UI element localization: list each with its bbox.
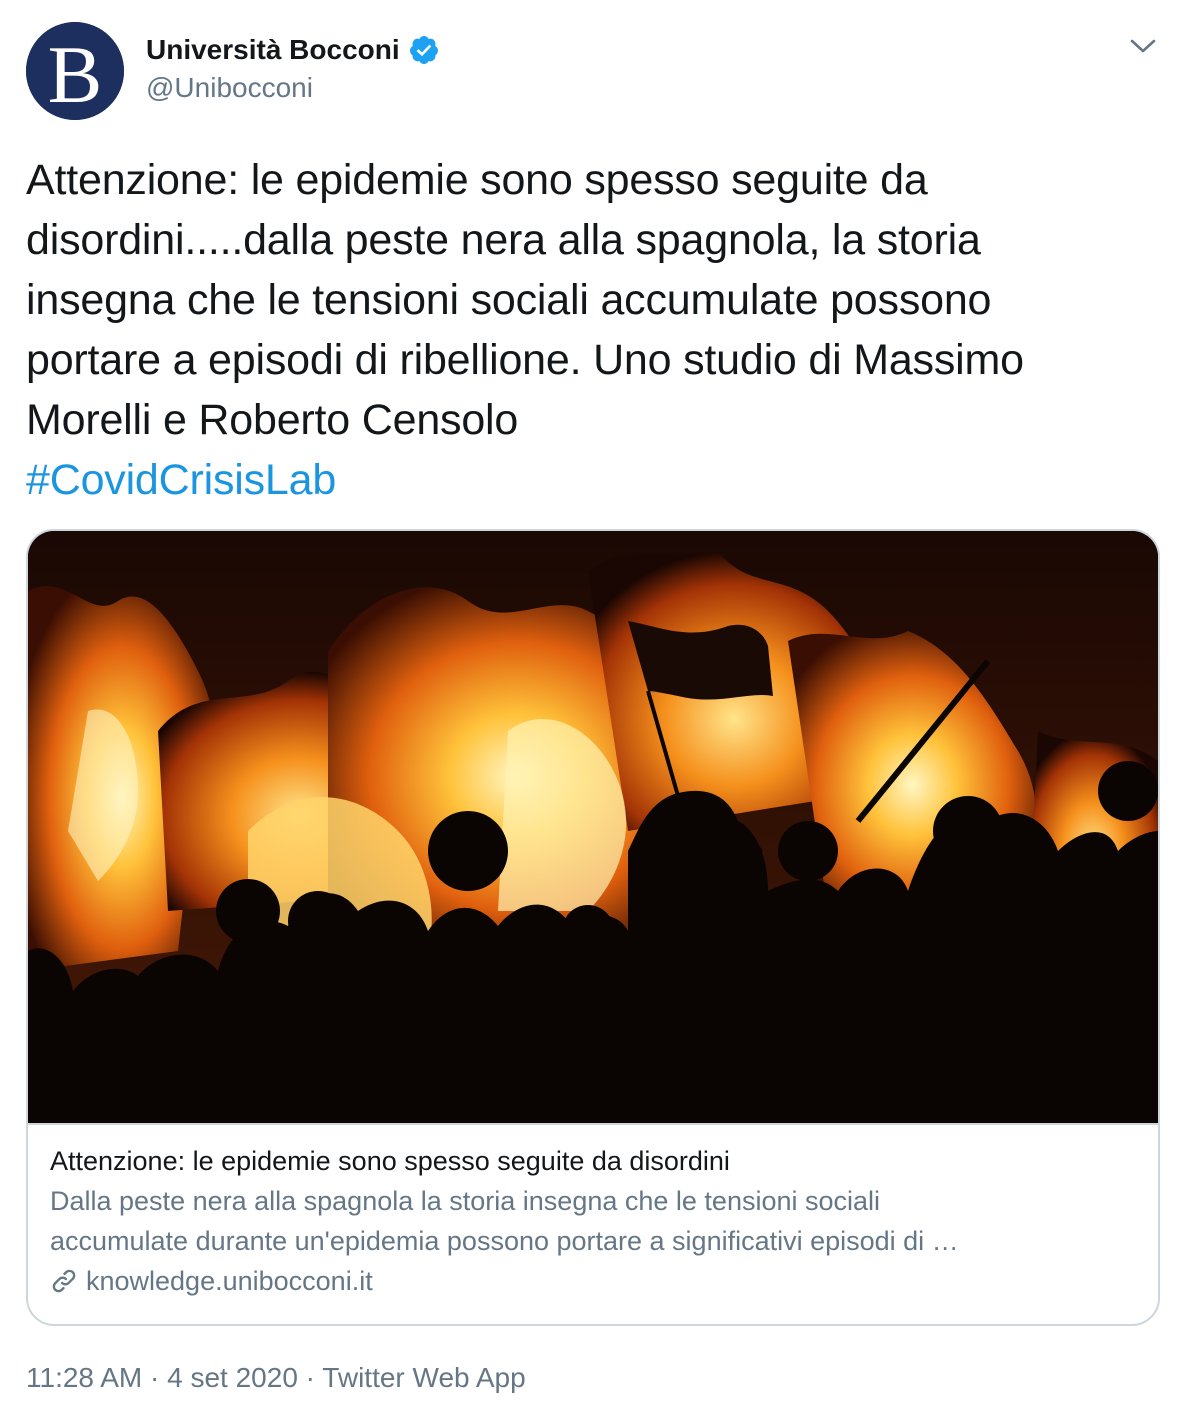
card-description: Dalla peste nera alla spagnola la storia… (50, 1181, 1140, 1261)
university-logo-icon: B (26, 22, 124, 120)
tweet-text-line: disordini.....dalla peste nera alla spag… (26, 216, 981, 264)
avatar-letter: B (48, 29, 103, 120)
hashtag-link[interactable]: #CovidCrisisLab (26, 450, 1146, 510)
card-domain[interactable]: knowledge.unibocconi.it (50, 1261, 1140, 1301)
avatar[interactable]: B (26, 22, 124, 120)
verified-badge-icon (409, 36, 438, 64)
author-block[interactable]: Università Bocconi @Unibocconi (146, 30, 440, 104)
card-title[interactable]: Attenzione: le epidemie sono spesso segu… (50, 1141, 1140, 1181)
tweet-text-line: portare a episodi di ribellione. Uno stu… (26, 336, 1024, 384)
tweet-text-line: insegna che le tensioni sociali accumula… (26, 276, 992, 324)
card-description-line: accumulate durante un'epidemia possono p… (50, 1226, 959, 1256)
card-description-line: Dalla peste nera alla spagnola la storia… (50, 1186, 881, 1216)
display-name[interactable]: Università Bocconi (146, 34, 400, 66)
tweet-text-line: Attenzione: le epidemie sono spesso segu… (26, 156, 928, 204)
tweet: B Università Bocconi @Unibocconi Attenzi… (0, 0, 1192, 1426)
footer-separator: · (142, 1362, 168, 1393)
protest-fire-image (28, 531, 1158, 1123)
card-meta[interactable]: Attenzione: le epidemie sono spesso segu… (50, 1141, 1140, 1301)
card-divider (28, 1123, 1158, 1125)
tweet-date[interactable]: 4 set 2020 (167, 1362, 298, 1393)
card-domain-text: knowledge.unibocconi.it (86, 1266, 373, 1296)
tweet-text-line: Morelli e Roberto Censolo (26, 396, 519, 444)
link-card[interactable]: Attenzione: le epidemie sono spesso segu… (26, 529, 1160, 1326)
card-image[interactable] (28, 531, 1158, 1123)
link-icon (52, 1269, 76, 1293)
tweet-source[interactable]: Twitter Web App (322, 1362, 525, 1393)
tweet-footer: 11:28 AM · 4 set 2020 · Twitter Web App (26, 1358, 526, 1398)
chevron-down-icon[interactable] (1128, 34, 1158, 58)
footer-separator: · (297, 1362, 323, 1393)
tweet-text: Attenzione: le epidemie sono spesso segu… (26, 150, 1146, 510)
handle[interactable]: @Unibocconi (146, 72, 440, 104)
tweet-time[interactable]: 11:28 AM (26, 1362, 142, 1393)
